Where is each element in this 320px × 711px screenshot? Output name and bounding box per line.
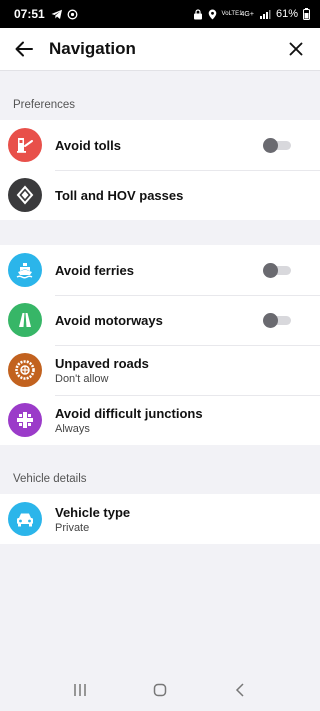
avoid-ferries-row[interactable]: Avoid ferries <box>0 245 320 295</box>
routing-group: Avoid ferries Avoid motorways Unpaved ro… <box>0 245 320 445</box>
avoid-ferries-toggle[interactable] <box>263 263 291 278</box>
junction-icon <box>8 403 42 437</box>
toll-icon <box>8 128 42 162</box>
home-button[interactable] <box>140 675 180 705</box>
battery-icon <box>303 8 310 20</box>
section-label-vehicle-details: Vehicle details <box>13 473 87 485</box>
recent-apps-button[interactable] <box>60 675 100 705</box>
battery-percent: 61% <box>275 8 298 20</box>
back-button[interactable] <box>2 28 46 71</box>
avoid-motorways-toggle[interactable] <box>263 313 291 328</box>
recent-apps-icon <box>74 684 86 696</box>
preferences-group: Avoid tolls Toll and HOV passes <box>0 120 320 220</box>
status-bar: 07:51 VoLTE1 4G+ 61% <box>0 0 320 28</box>
system-back-button[interactable] <box>220 675 260 705</box>
close-button[interactable] <box>274 28 318 71</box>
arrow-left-icon <box>15 41 33 57</box>
avoid-motorways-row[interactable]: Avoid motorways <box>0 295 320 345</box>
app-bar: Navigation <box>0 28 320 71</box>
wheel-icon <box>8 353 42 387</box>
vehicle-group: Vehicle type Private <box>0 494 320 544</box>
motorway-icon <box>8 303 42 337</box>
unpaved-roads-label: Unpaved roads <box>55 355 149 371</box>
chevron-left-icon <box>235 683 244 697</box>
section-label-preferences: Preferences <box>13 99 76 111</box>
sync-icon <box>67 9 78 19</box>
unpaved-roads-value: Don't allow <box>55 372 109 385</box>
avoid-motorways-label: Avoid motorways <box>55 312 163 328</box>
system-nav-bar <box>0 669 320 711</box>
avoid-tolls-label: Avoid tolls <box>55 137 121 153</box>
location-icon <box>208 9 216 19</box>
avoid-tolls-toggle[interactable] <box>263 138 291 153</box>
car-icon <box>8 502 42 536</box>
signal-icon <box>259 9 271 19</box>
status-time: 07:51 <box>14 7 45 21</box>
vehicle-type-label: Vehicle type <box>55 504 131 520</box>
avoid-difficult-junctions-label: Avoid difficult junctions <box>55 405 203 421</box>
volte-label: VoLTE1 <box>221 11 243 17</box>
network-label: 4G+ <box>240 10 254 18</box>
lock-icon <box>193 8 202 19</box>
vehicle-type-value: Private <box>55 521 90 534</box>
toll-hov-passes-label: Toll and HOV passes <box>55 187 184 203</box>
telegram-icon <box>51 9 62 19</box>
avoid-tolls-row[interactable]: Avoid tolls <box>0 120 320 170</box>
avoid-difficult-junctions-value: Always <box>55 422 90 435</box>
home-icon <box>153 683 167 697</box>
avoid-ferries-label: Avoid ferries <box>55 262 134 278</box>
toll-hov-passes-row[interactable]: Toll and HOV passes <box>0 170 320 220</box>
ferry-icon <box>8 253 42 287</box>
diamond-icon <box>8 178 42 212</box>
vehicle-type-row[interactable]: Vehicle type Private <box>0 494 320 544</box>
avoid-difficult-junctions-row[interactable]: Avoid difficult junctions Always <box>0 395 320 445</box>
close-icon <box>289 42 303 56</box>
page-title: Navigation <box>49 39 136 58</box>
unpaved-roads-row[interactable]: Unpaved roads Don't allow <box>0 345 320 395</box>
